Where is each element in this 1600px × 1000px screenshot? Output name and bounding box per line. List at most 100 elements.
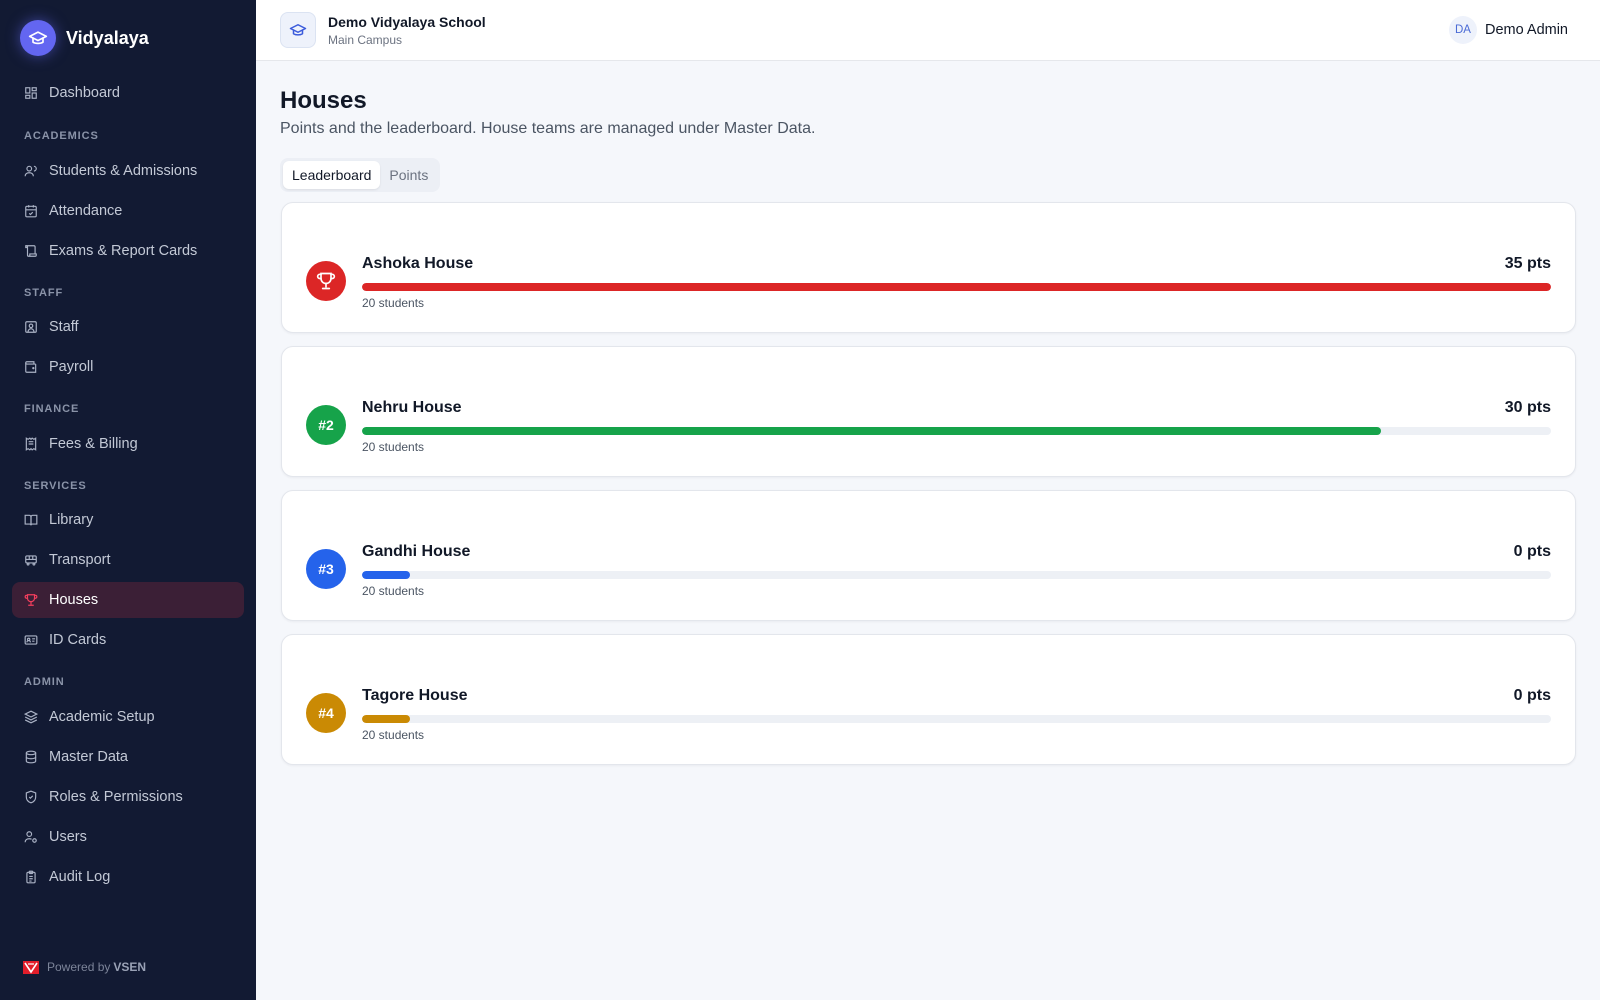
id-card-icon [24, 633, 38, 647]
sidebar-item-roles[interactable]: Roles & Permissions [12, 779, 244, 815]
sidebar-item-students[interactable]: Students & Admissions [12, 153, 244, 189]
sidebar-item-payroll[interactable]: Payroll [12, 349, 244, 385]
rank-badge [306, 261, 346, 301]
graduation-cap-icon [20, 20, 56, 56]
points-bar-fill [362, 571, 410, 579]
house-points: 0 pts [1513, 687, 1551, 704]
house-students: 20 students [362, 584, 425, 598]
points-bar [362, 715, 1551, 723]
database-icon [24, 750, 38, 764]
house-name: Tagore House [362, 687, 468, 704]
powered-by: Powered by VSEN [23, 960, 146, 974]
points-bar-fill [362, 283, 1551, 291]
layers-icon [24, 710, 38, 724]
book-open-icon [24, 513, 38, 527]
house-points: 30 pts [1504, 399, 1551, 416]
clipboard-list-icon [24, 870, 38, 884]
vsen-logo-icon [23, 960, 39, 974]
user-cog-icon [24, 830, 38, 844]
sidebar-item-dashboard[interactable]: Dashboard [12, 75, 244, 111]
house-name: Nehru House [362, 399, 462, 416]
sidebar-item-academic-setup[interactable]: Academic Setup [12, 699, 244, 735]
rank-badge: #3 [306, 549, 346, 589]
users-icon [24, 164, 38, 178]
house-card: #2 Nehru House 30 pts 20 students [281, 346, 1576, 477]
trophy-icon [24, 593, 38, 607]
sidebar-item-label: Students & Admissions [49, 163, 198, 179]
sidebar-item-transport[interactable]: Transport [12, 542, 244, 578]
house-points: 0 pts [1513, 543, 1551, 560]
page-title: Houses [280, 87, 367, 114]
house-card: #4 Tagore House 0 pts 20 students [281, 634, 1576, 765]
sidebar-item-attendance[interactable]: Attendance [12, 193, 244, 229]
house-students: 20 students [362, 296, 425, 310]
avatar: DA [1448, 16, 1477, 44]
dashboard-icon [24, 86, 38, 100]
trophy-icon [316, 272, 336, 290]
page-subtitle: Points and the leaderboard. House teams … [280, 120, 816, 137]
tab-leaderboard[interactable]: Leaderboard [283, 161, 381, 189]
tab-points[interactable]: Points [380, 161, 437, 189]
house-points: 35 pts [1504, 255, 1551, 272]
sidebar: Vidyalaya Dashboard ACADEMICS Students &… [0, 0, 256, 1000]
topbar: Demo Vidyalaya School Main Campus DA Dem… [256, 0, 1600, 61]
points-bar [362, 283, 1551, 291]
house-students: 20 students [362, 440, 425, 454]
powered-by-prefix: Powered by [47, 960, 111, 974]
sidebar-item-staff[interactable]: Staff [12, 309, 244, 345]
section-services: SERVICES [24, 480, 87, 492]
sidebar-item-label: Dashboard [49, 85, 120, 101]
sidebar-item-label: Audit Log [49, 869, 111, 885]
sidebar-item-exams[interactable]: Exams & Report Cards [12, 233, 244, 269]
user-name: Demo Admin [1484, 22, 1568, 38]
brand[interactable]: Vidyalaya [20, 20, 149, 56]
graduation-cap-icon [289, 24, 307, 36]
house-card: #3 Gandhi House 0 pts 20 students [281, 490, 1576, 621]
house-name: Ashoka House [362, 255, 474, 272]
sidebar-item-label: Houses [49, 592, 99, 608]
id-badge-icon [24, 320, 38, 334]
sidebar-item-label: Payroll [49, 359, 94, 375]
sidebar-item-label: Library [49, 512, 94, 528]
sidebar-item-label: Transport [49, 552, 111, 568]
sidebar-item-houses[interactable]: Houses [12, 582, 244, 618]
section-staff: STAFF [24, 287, 64, 299]
house-students: 20 students [362, 728, 425, 742]
bus-icon [24, 553, 38, 567]
school-name: Demo Vidyalaya School [328, 14, 486, 30]
points-bar [362, 571, 1551, 579]
rank-badge: #4 [306, 693, 346, 733]
brand-name: Vidyalaya [66, 27, 149, 48]
sidebar-item-users[interactable]: Users [12, 819, 244, 855]
sidebar-item-master-data[interactable]: Master Data [12, 739, 244, 775]
sidebar-item-fees[interactable]: Fees & Billing [12, 426, 244, 462]
section-admin: ADMIN [24, 676, 65, 688]
sidebar-item-label: Roles & Permissions [49, 789, 183, 805]
section-academics: ACADEMICS [24, 130, 99, 142]
house-card: Ashoka House 35 pts 20 students [281, 202, 1576, 333]
receipt-icon [24, 437, 38, 451]
sidebar-item-label: Users [49, 829, 87, 845]
points-bar-fill [362, 715, 410, 723]
sidebar-item-label: Staff [49, 319, 79, 335]
campus-name: Main Campus [328, 33, 403, 47]
points-bar [362, 427, 1551, 435]
school-icon[interactable] [280, 12, 316, 48]
calendar-check-icon [24, 204, 38, 218]
points-bar-fill [362, 427, 1381, 435]
sidebar-item-library[interactable]: Library [12, 502, 244, 538]
powered-by-brand: VSEN [113, 960, 147, 974]
sidebar-item-label: Fees & Billing [49, 436, 138, 452]
user-menu[interactable]: DA Demo Admin [1448, 16, 1568, 44]
sidebar-item-audit-log[interactable]: Audit Log [12, 859, 244, 895]
wallet-icon [24, 360, 38, 374]
house-name: Gandhi House [362, 543, 471, 560]
scroll-icon [24, 244, 38, 258]
shield-check-icon [24, 790, 38, 804]
sidebar-item-idcards[interactable]: ID Cards [12, 622, 244, 658]
section-finance: FINANCE [24, 403, 80, 415]
tab-group: Leaderboard Points [280, 158, 441, 192]
sidebar-item-label: ID Cards [49, 632, 107, 648]
sidebar-item-label: Attendance [49, 203, 123, 219]
rank-badge: #2 [306, 405, 346, 445]
